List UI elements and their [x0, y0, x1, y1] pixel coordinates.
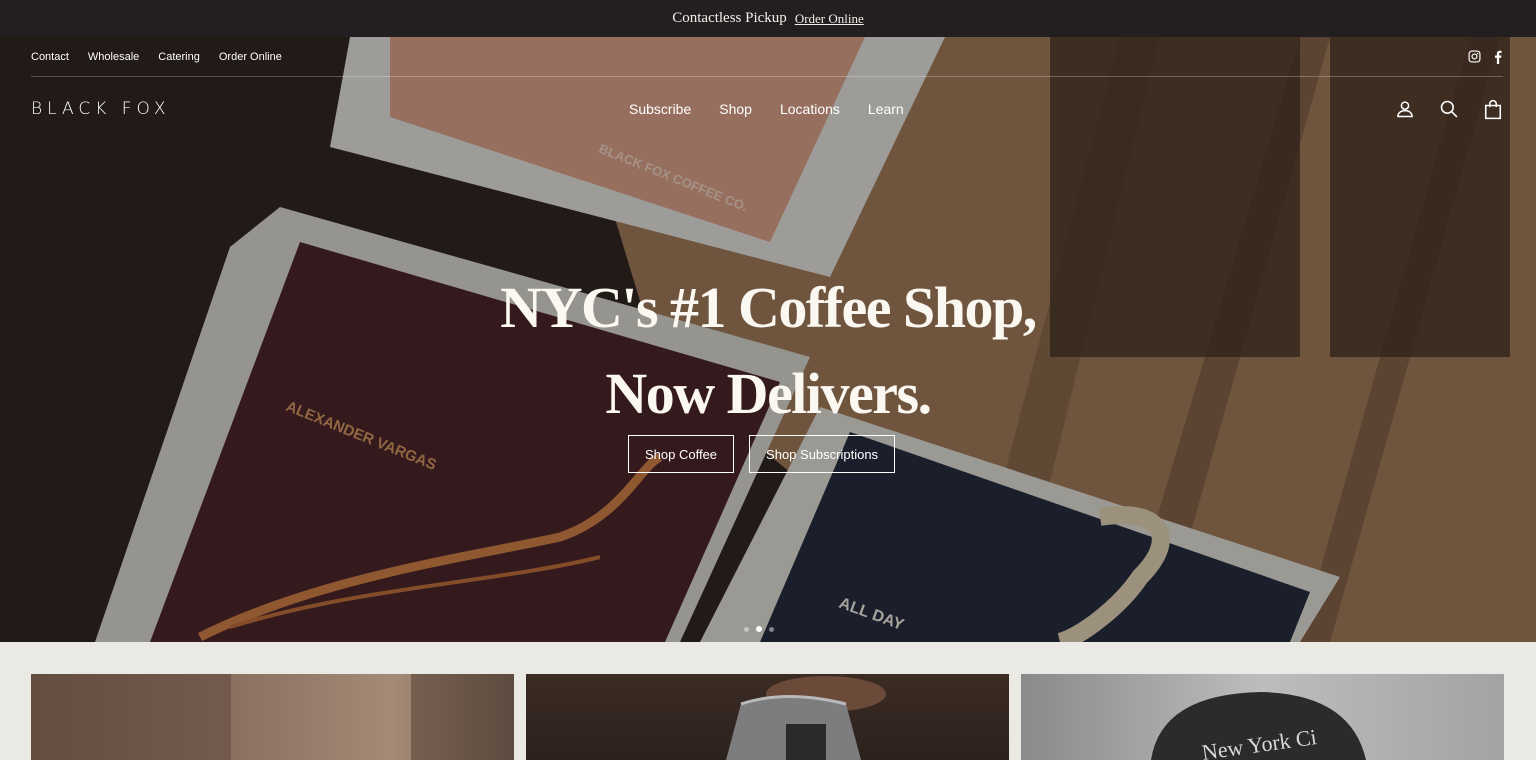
promo-tile-1[interactable] — [31, 674, 514, 760]
shop-subscriptions-button[interactable]: Shop Subscriptions — [749, 435, 896, 473]
nav-shop[interactable]: Shop — [719, 101, 752, 117]
nav-learn[interactable]: Learn — [868, 101, 904, 117]
facebook-icon[interactable] — [1493, 50, 1503, 64]
main-menu: Subscribe Shop Locations Learn — [629, 101, 904, 117]
announcement-order-online-link[interactable]: Order Online — [795, 11, 864, 27]
slide-dot-1[interactable] — [744, 626, 749, 632]
header-icons — [1395, 99, 1503, 120]
promo-tile-1-image — [31, 674, 514, 760]
util-link-order-online[interactable]: Order Online — [219, 51, 282, 63]
slideshow-dots — [744, 626, 774, 632]
black-fox-logo[interactable]: BLACK FOX — [31, 99, 170, 119]
cart-icon[interactable] — [1483, 99, 1503, 120]
util-link-catering[interactable]: Catering — [158, 51, 200, 63]
nav-subscribe[interactable]: Subscribe — [629, 101, 691, 117]
slide-dot-3[interactable] — [769, 626, 774, 632]
promo-tile-2[interactable] — [526, 674, 1009, 760]
hero-headline-line1: NYC's #1 Coffee Shop, — [500, 275, 1037, 340]
util-link-wholesale[interactable]: Wholesale — [88, 51, 139, 63]
search-icon[interactable] — [1439, 99, 1459, 119]
hero-banner: BLACK FOX COFFEE CO. ALEXANDER VARGAS AL… — [0, 37, 1536, 642]
instagram-icon[interactable] — [1468, 50, 1481, 63]
hero-headline: NYC's #1 Coffee Shop, Now Delivers. — [0, 265, 1536, 437]
hero-buttons: Shop Coffee Shop Subscriptions — [628, 435, 896, 473]
social-links — [1468, 50, 1503, 64]
account-icon[interactable] — [1395, 99, 1415, 119]
shop-coffee-button[interactable]: Shop Coffee — [628, 435, 735, 473]
main-header: BLACK FOX Subscribe Shop Locations Learn — [31, 94, 1503, 124]
util-link-contact[interactable]: Contact — [31, 51, 69, 63]
promo-tile-2-image — [726, 676, 886, 760]
announcement-bar: Contactless Pickup Order Online — [0, 0, 1536, 37]
nav-locations[interactable]: Locations — [780, 101, 840, 117]
hero-headline-line2: Now Delivers. — [605, 361, 932, 426]
promo-tile-3-image: New York Ci — [1151, 692, 1366, 760]
utility-nav: Contact Wholesale Catering Order Online — [31, 37, 1503, 77]
slide-dot-2-active[interactable] — [756, 626, 762, 632]
announcement-text: Contactless Pickup — [672, 10, 787, 26]
promo-tile-3[interactable]: New York Ci — [1021, 674, 1504, 760]
